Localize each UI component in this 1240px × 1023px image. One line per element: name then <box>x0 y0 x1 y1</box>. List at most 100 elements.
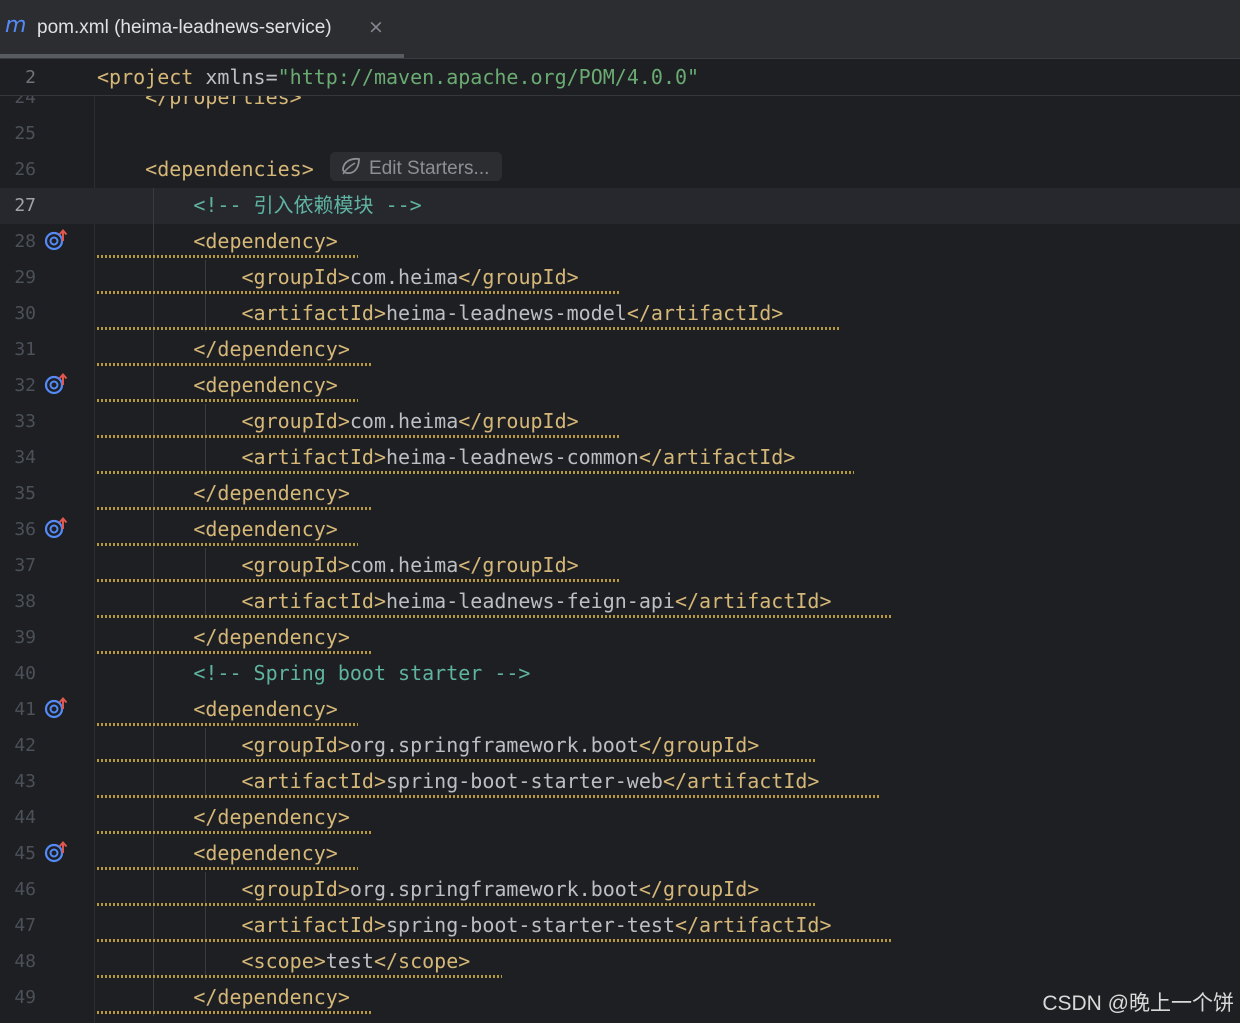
line-number: 35 <box>14 483 36 504</box>
xml-tag: <groupId> <box>97 553 350 577</box>
code-text: <artifactId>spring-boot-starter-test</ar… <box>97 911 831 939</box>
code-text: </dependency> <box>97 803 350 831</box>
line-number: 34 <box>14 447 36 468</box>
line-number: 38 <box>14 591 36 612</box>
go-to-module-arrow-icon[interactable] <box>44 372 70 396</box>
code-line[interactable]: 26 <dependencies> Edit Starters... <box>0 152 1240 188</box>
code-line[interactable]: 46 <groupId>org.springframework.boot</gr… <box>0 872 1240 908</box>
warning-underline <box>97 759 815 762</box>
xml-tag: <groupId> <box>97 409 350 433</box>
xml-tag: <dependency> <box>97 229 338 253</box>
xml-text: spring-boot-starter-test <box>385 913 675 937</box>
code-line[interactable]: 25 <box>0 116 1240 152</box>
warning-underline <box>97 831 371 834</box>
xml-tag: <artifactId> <box>97 445 386 469</box>
code-line[interactable]: 30 <artifactId>heima-leadnews-model</art… <box>0 296 1240 332</box>
code-line[interactable]: 31 </dependency> <box>0 332 1240 368</box>
code-line[interactable]: 43 <artifactId>spring-boot-starter-web</… <box>0 764 1240 800</box>
close-icon[interactable]: × <box>368 14 384 40</box>
code-line[interactable]: 48 <scope>test</scope> <box>0 944 1240 980</box>
xml-text: spring-boot-starter-web <box>385 769 663 793</box>
code-text: </dependency> <box>97 983 350 1011</box>
line-number: 29 <box>14 267 36 288</box>
xml-tag: </dependency> <box>97 805 350 829</box>
line-number: 33 <box>14 411 36 432</box>
xml-tag: <dependency> <box>97 517 338 541</box>
code-text: <groupId>org.springframework.boot</group… <box>97 731 759 759</box>
go-to-module-arrow-icon[interactable] <box>44 228 70 252</box>
line-number: 43 <box>14 771 36 792</box>
line-number: 42 <box>14 735 36 756</box>
line-number: 30 <box>14 303 36 324</box>
xml-tag: <artifactId> <box>97 301 386 325</box>
line-number: 25 <box>14 123 36 144</box>
code-line[interactable]: 33 <groupId>com.heima</groupId> <box>0 404 1240 440</box>
sticky-scroll-header[interactable]: 2 <project xmlns="http://maven.apache.or… <box>0 59 1240 96</box>
xml-tag: <dependency> <box>97 841 338 865</box>
xml-tag: </artifactId> <box>674 589 832 613</box>
code-line[interactable]: 34 <artifactId>heima-leadnews-common</ar… <box>0 440 1240 476</box>
line-number: 32 <box>14 375 36 396</box>
xml-tag: <groupId> <box>97 733 350 757</box>
code-text: <artifactId>heima-leadnews-feign-api</ar… <box>97 587 832 615</box>
warning-underline <box>97 507 371 510</box>
code-line[interactable]: 36 <dependency> <box>0 512 1240 548</box>
xml-text: com.heima <box>349 553 459 577</box>
code-text: </dependency> <box>97 623 350 651</box>
xml-tag: <dependencies> <box>97 157 314 181</box>
code-line[interactable]: 28 <dependency> <box>0 224 1240 260</box>
go-to-module-arrow-icon[interactable] <box>44 516 70 540</box>
code-line[interactable]: 42 <groupId>org.springframework.boot</gr… <box>0 728 1240 764</box>
xml-tag: </dependency> <box>97 337 350 361</box>
xml-tag: <groupId> <box>97 265 350 289</box>
code-line[interactable]: 44 </dependency> <box>0 800 1240 836</box>
code-line[interactable]: 45 <dependency> <box>0 836 1240 872</box>
warning-underline <box>97 651 371 654</box>
warning-underline <box>97 363 371 366</box>
code-line[interactable]: 47 <artifactId>spring-boot-starter-test<… <box>0 908 1240 944</box>
code-text: <artifactId>spring-boot-starter-web</art… <box>97 767 819 795</box>
code-text: <dependency> <box>97 695 338 723</box>
code-text: <scope>test</scope> <box>97 947 470 975</box>
code-editor[interactable]: 24 </properties> 25 26 <dependencies> Edit … <box>0 88 1240 1023</box>
code-line[interactable]: 32 <dependency> <box>0 368 1240 404</box>
go-to-module-arrow-icon[interactable] <box>44 840 70 864</box>
warning-underline <box>97 543 358 546</box>
warning-underline <box>97 723 358 726</box>
code-line[interactable]: 40 <!-- Spring boot starter --> <box>0 656 1240 692</box>
xmlns-value: "http://maven.apache.org/POM/4.0.0" <box>277 65 700 89</box>
line-number: 47 <box>14 915 36 936</box>
warning-underline <box>97 579 619 582</box>
xml-tag: <groupId> <box>97 877 350 901</box>
code-line[interactable]: 38 <artifactId>heima-leadnews-feign-api<… <box>0 584 1240 620</box>
code-text: <dependencies> <box>97 155 314 183</box>
xml-text: org.springframework.boot <box>349 877 639 901</box>
code-text: <groupId>com.heima</groupId> <box>97 263 579 291</box>
xml-text: heima-leadnews-model <box>385 301 627 325</box>
line-number: 44 <box>14 807 36 828</box>
editor-tab-bar: m pom.xml (heima-leadnews-service) × <box>0 0 1240 59</box>
code-line[interactable]: 37 <groupId>com.heima</groupId> <box>0 548 1240 584</box>
xml-text: test <box>325 949 374 973</box>
line-number: 41 <box>14 699 36 720</box>
warning-underline <box>97 903 815 906</box>
warning-underline <box>97 255 358 258</box>
hint-label: Edit Starters... <box>369 158 490 179</box>
xml-comment: <!-- 引入依赖模块 --> <box>97 193 422 217</box>
edit-starters-hint[interactable]: Edit Starters... <box>330 152 502 181</box>
code-line[interactable]: 41 <dependency> <box>0 692 1240 728</box>
line-number: 36 <box>14 519 36 540</box>
xml-tag: </dependency> <box>97 625 350 649</box>
xml-tag: </groupId> <box>458 265 579 289</box>
code-line[interactable]: 39 </dependency> <box>0 620 1240 656</box>
xml-tag: </scope> <box>373 949 471 973</box>
xml-tag: </groupId> <box>638 733 760 757</box>
warning-underline <box>97 975 502 978</box>
code-line[interactable]: 29 <groupId>com.heima</groupId> <box>0 260 1240 296</box>
code-line[interactable]: 27 <!-- 引入依赖模块 --> <box>0 188 1240 224</box>
code-line[interactable]: 35 </dependency> <box>0 476 1240 512</box>
tab-pom-xml[interactable]: m pom.xml (heima-leadnews-service) × <box>0 0 404 58</box>
warning-underline <box>97 399 358 402</box>
go-to-module-arrow-icon[interactable] <box>44 696 70 720</box>
xml-tag: </artifactId> <box>626 301 784 325</box>
